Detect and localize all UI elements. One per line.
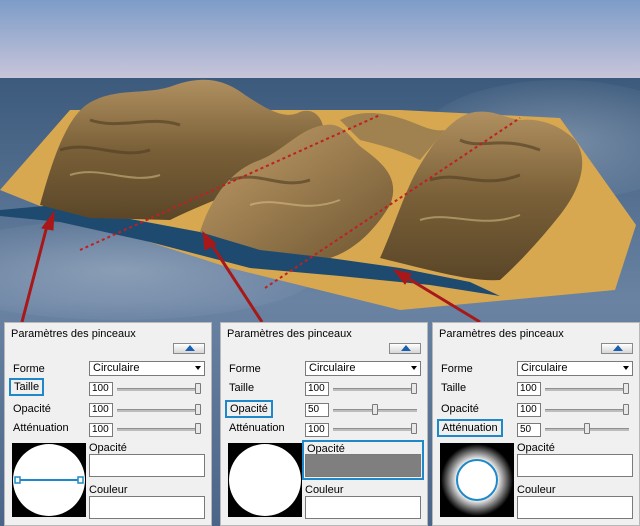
- brush-shape-icon: [229, 444, 301, 516]
- attenuation-input[interactable]: 50: [517, 423, 541, 437]
- collapse-button[interactable]: [601, 343, 633, 354]
- couleur-field[interactable]: [305, 496, 421, 519]
- attenuation-slider-thumb[interactable]: [584, 423, 590, 434]
- couleur-field[interactable]: [89, 496, 205, 519]
- opacite-field[interactable]: [89, 454, 205, 477]
- taille-slider[interactable]: [117, 388, 201, 391]
- forme-dropdown[interactable]: Circulaire: [305, 361, 421, 376]
- forme-dropdown[interactable]: Circulaire: [89, 361, 205, 376]
- forme-label: Forme: [13, 363, 45, 375]
- chevron-down-icon: [195, 366, 201, 370]
- opacite-field-highlight: [302, 440, 424, 480]
- opacite-slider[interactable]: [545, 409, 629, 412]
- chevron-down-icon: [623, 366, 629, 370]
- brush-settings-panel-3: Paramètres des pinceaux Forme Circulaire…: [432, 322, 640, 526]
- opacite-label: Opacité: [441, 403, 479, 415]
- taille-input[interactable]: 100: [517, 382, 541, 396]
- brush-shape-icon: [441, 444, 513, 516]
- attenuation-slider[interactable]: [117, 428, 201, 431]
- attenuation-slider-thumb[interactable]: [411, 423, 417, 434]
- opacite-input[interactable]: 50: [305, 403, 329, 417]
- opacite-input[interactable]: 100: [517, 403, 541, 417]
- forme-dropdown-value: Circulaire: [93, 362, 140, 374]
- taille-input[interactable]: 100: [305, 382, 329, 396]
- taille-input[interactable]: 100: [89, 382, 113, 396]
- couleur-field[interactable]: [517, 496, 633, 519]
- forme-label: Forme: [229, 363, 261, 375]
- brush-preview: [440, 443, 514, 517]
- chevron-up-icon: [185, 345, 195, 351]
- opacite-field-label: Opacité: [89, 442, 127, 454]
- attenuation-input[interactable]: 100: [89, 423, 113, 437]
- panel-title: Paramètres des pinceaux: [11, 328, 136, 340]
- opacite-field-label: Opacité: [517, 442, 555, 454]
- forme-label: Forme: [441, 363, 473, 375]
- opacite-label: Opacité: [225, 400, 273, 418]
- opacite-slider-thumb[interactable]: [623, 404, 629, 415]
- attenuation-input[interactable]: 100: [305, 423, 329, 437]
- brush-settings-panel-2: Paramètres des pinceaux Forme Circulaire…: [220, 322, 428, 526]
- brush-shape-icon: [13, 444, 85, 516]
- taille-label: Taille: [9, 378, 45, 396]
- chevron-up-icon: [613, 345, 623, 351]
- panel-title: Paramètres des pinceaux: [227, 328, 352, 340]
- forme-dropdown-value: Circulaire: [521, 362, 568, 374]
- opacite-field[interactable]: [517, 454, 633, 477]
- brush-preview: [12, 443, 86, 517]
- panel-title: Paramètres des pinceaux: [439, 328, 564, 340]
- forme-dropdown-value: Circulaire: [309, 362, 356, 374]
- attenuation-slider-thumb[interactable]: [195, 423, 201, 434]
- collapse-button[interactable]: [389, 343, 421, 354]
- taille-slider[interactable]: [545, 388, 629, 391]
- couleur-field-label: Couleur: [305, 484, 344, 496]
- taille-slider-thumb[interactable]: [623, 383, 629, 394]
- opacite-slider[interactable]: [117, 409, 201, 412]
- brush-preview: [228, 443, 302, 517]
- attenuation-label: Atténuation: [13, 422, 69, 434]
- collapse-button[interactable]: [173, 343, 205, 354]
- attenuation-label: Atténuation: [437, 419, 503, 437]
- attenuation-slider[interactable]: [333, 428, 417, 431]
- taille-slider-thumb[interactable]: [411, 383, 417, 394]
- taille-slider-thumb[interactable]: [195, 383, 201, 394]
- attenuation-label: Atténuation: [229, 422, 285, 434]
- couleur-field-label: Couleur: [89, 484, 128, 496]
- opacite-label: Opacité: [13, 403, 51, 415]
- chevron-down-icon: [411, 366, 417, 370]
- brush-settings-panel-1: Paramètres des pinceaux Forme Circulaire…: [4, 322, 212, 526]
- taille-label: Taille: [441, 382, 467, 394]
- forme-dropdown[interactable]: Circulaire: [517, 361, 633, 376]
- opacite-slider-thumb[interactable]: [372, 404, 378, 415]
- opacite-slider-thumb[interactable]: [195, 404, 201, 415]
- taille-slider[interactable]: [333, 388, 417, 391]
- opacite-input[interactable]: 100: [89, 403, 113, 417]
- couleur-field-label: Couleur: [517, 484, 556, 496]
- chevron-up-icon: [401, 345, 411, 351]
- taille-label: Taille: [229, 382, 255, 394]
